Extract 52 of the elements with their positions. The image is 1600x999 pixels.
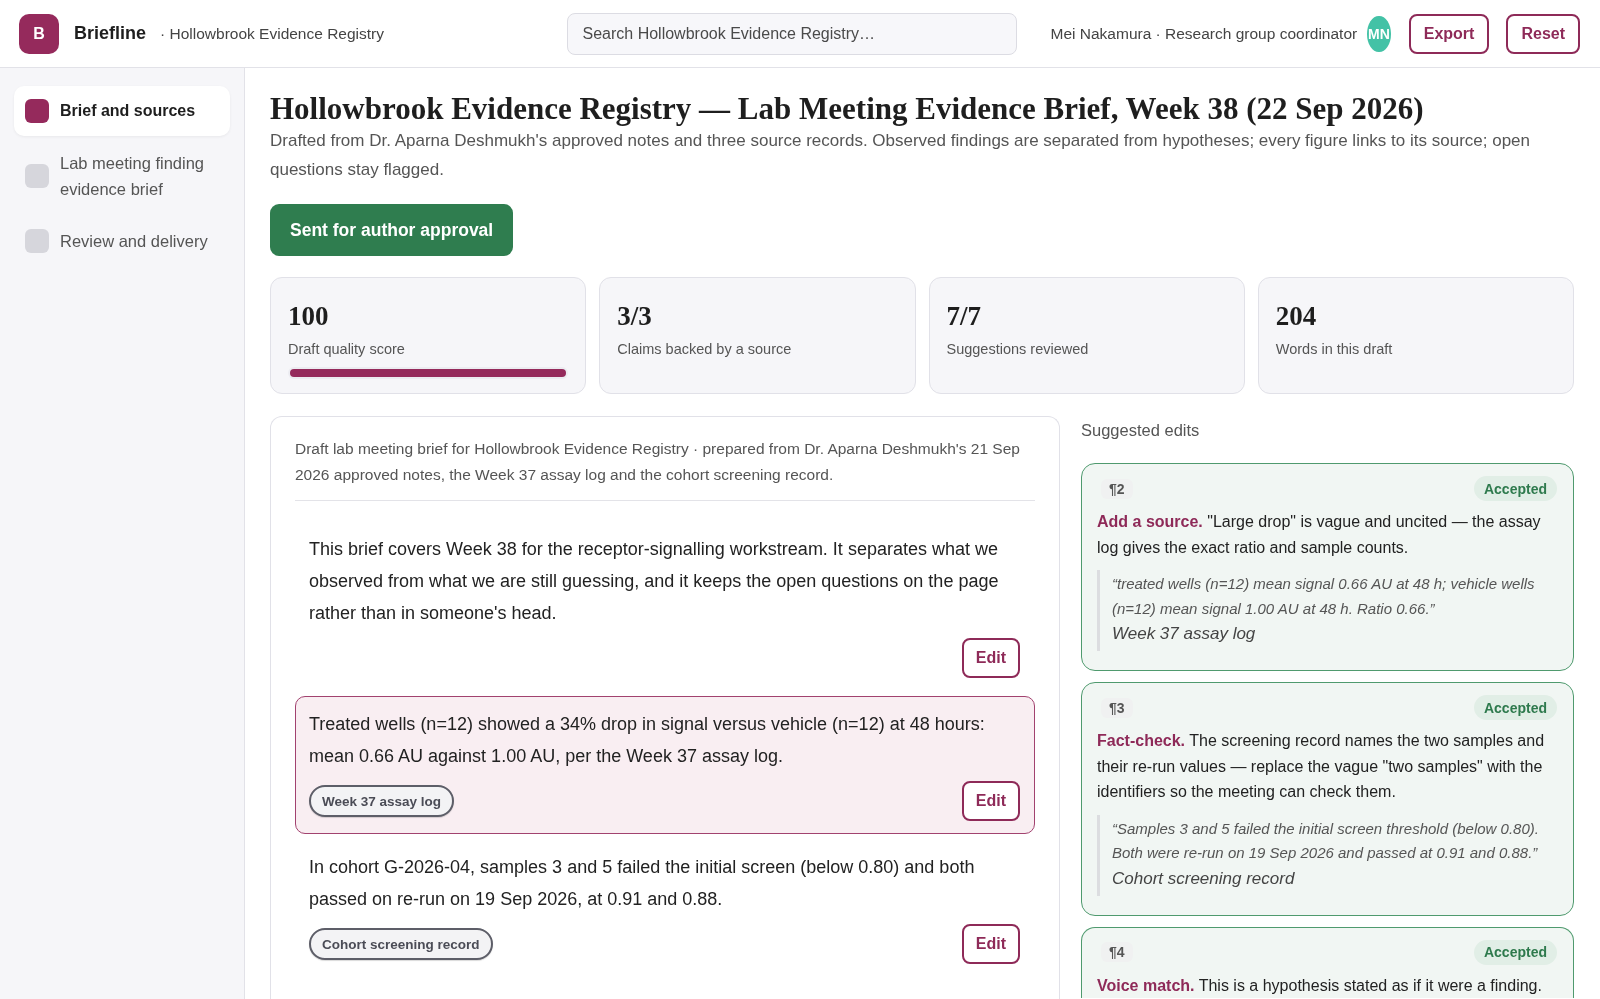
paragraph-text: In cohort G-2026-04, samples 3 and 5 failed the initial screen (below 0.80) and both passed on re-run on 19 Sep 2026, at 0.91 and 0.88. xyxy=(309,856,976,911)
stat-value: 7/7 xyxy=(946,300,981,332)
sidebar-item-label: Review and delivery xyxy=(60,231,208,252)
paragraph-text: This brief covers Week 38 for the receptor-signalling workstream. It separates what we observed from what we are still guessing, and it keeps the open questions on the page rather than in someone's head. xyxy=(309,538,1000,625)
reset-button[interactable]: Reset xyxy=(1506,13,1580,54)
square-icon xyxy=(25,229,49,253)
edit-button[interactable]: Edit xyxy=(961,781,1020,821)
paragraph-ref-label: ¶3 xyxy=(1101,697,1133,718)
edit-button[interactable]: Edit xyxy=(961,638,1020,678)
search-field[interactable]: Search Hollowbrook Evidence Registry… xyxy=(566,12,1017,55)
sidebar-item-label: Brief and sources xyxy=(60,101,196,121)
paragraph-ref-label: ¶4 xyxy=(1101,942,1133,962)
quote-source: Week 37 assay log xyxy=(1112,623,1257,645)
edit-button[interactable]: Edit xyxy=(961,924,1020,964)
source-chip[interactable]: Cohort screening record xyxy=(309,928,493,960)
status-pill: Accepted xyxy=(1473,939,1557,965)
square-icon xyxy=(25,99,49,123)
square-icon xyxy=(25,164,49,188)
sidebar-item[interactable]: Lab meeting finding evidence brief xyxy=(14,138,230,214)
status-pill: Accepted xyxy=(1473,695,1557,720)
section-heading: Suggested edits xyxy=(1081,420,1201,441)
page-title: Hollowbrook Evidence Registry — Lab Meeting Evidence Brief, Week 38 (22 Sep 2026) xyxy=(270,90,1425,127)
stat-value: 3/3 xyxy=(617,300,652,332)
export-button[interactable]: Export xyxy=(1408,13,1490,54)
sidebar-item[interactable]: Brief and sources xyxy=(14,86,230,136)
paragraph-ref-label: ¶2 xyxy=(1101,478,1133,499)
sidebar-item-label: Lab meeting finding evidence brief xyxy=(60,153,206,200)
paragraph-text: Treated wells (n=12) showed a 34% drop in signal versus vehicle (n=12) at 48 hours: mean 0.66 AU against 1.00 AU, per the Week 37 assay log. xyxy=(309,713,986,768)
paragraph-block[interactable]: Treated wells (n=12) showed a 34% drop in signal versus vehicle (n=12) at 48 hours: mean 0.66 AU against 1.00 AU, per the Week 37 assay log. Week 37 assay log Edit xyxy=(295,696,1035,834)
stat-label: Claims backed by a source xyxy=(617,340,792,359)
app-name: Briefline xyxy=(74,23,147,44)
app-logo: B xyxy=(19,13,59,54)
user-label: Mei Nakamura · Research group coordinator xyxy=(1050,24,1358,43)
stat-value: 204 xyxy=(1275,300,1317,332)
source-chip[interactable]: Week 37 assay log xyxy=(309,785,455,817)
stat-label: Words in this draft xyxy=(1275,340,1393,359)
suggestion-text: Fact-check. The screening record names the two samples and their re-run values — replace the vague "two samples" with the identifiers so the meeting can check them. xyxy=(1097,731,1546,802)
quote-source: Cohort screening record xyxy=(1112,867,1296,890)
quote-text: “Samples 3 and 5 failed the initial screen threshold (below 0.80). Both were re-run on 19 Sep 2026 and passed at 0.91 and 0.88.” xyxy=(1112,818,1540,863)
breadcrumb: · Hollowbrook Evidence Registry xyxy=(160,24,384,43)
status-button[interactable]: Sent for author approval xyxy=(270,204,514,256)
suggestion-text: Voice match. This is a hypothesis stated as if it were a finding. xyxy=(1097,975,1543,996)
sidebar-item[interactable]: Review and delivery xyxy=(14,216,230,266)
stat-label: Draft quality score xyxy=(288,340,405,359)
stat-value: 100 xyxy=(288,300,329,332)
paragraph-block[interactable]: In cohort G-2026-04, samples 3 and 5 failed the initial screen (below 0.80) and both passed on re-run on 19 Sep 2026, at 0.91 and 0.88. Cohort screening record Edit xyxy=(295,839,1035,977)
stat-label: Suggestions reviewed xyxy=(946,340,1089,359)
suggestion-text: Add a source. "Large drop" is vague and uncited — the assay log gives the exact ratio and sample counts. xyxy=(1097,512,1542,558)
draft-intro: Draft lab meeting brief for Hollowbrook Evidence Registry · prepared from Dr. Aparna Deshmukh's 21 Sep 2026 approved notes, the Week 37 assay log and the cohort screening record. xyxy=(295,439,1021,485)
quote-text: “treated wells (n=12) mean signal 0.66 AU at 48 h; vehicle wells (n=12) mean signal 1.00 AU at 48 h. Ratio 0.66.” xyxy=(1112,574,1536,619)
status-pill: Accepted xyxy=(1473,476,1557,501)
page-subtitle: Drafted from Dr. Aparna Deshmukh's approved notes and three source records. Observed findings are separated from hypotheses; every figure links to its source; open questions stay flagged. xyxy=(270,130,1531,181)
